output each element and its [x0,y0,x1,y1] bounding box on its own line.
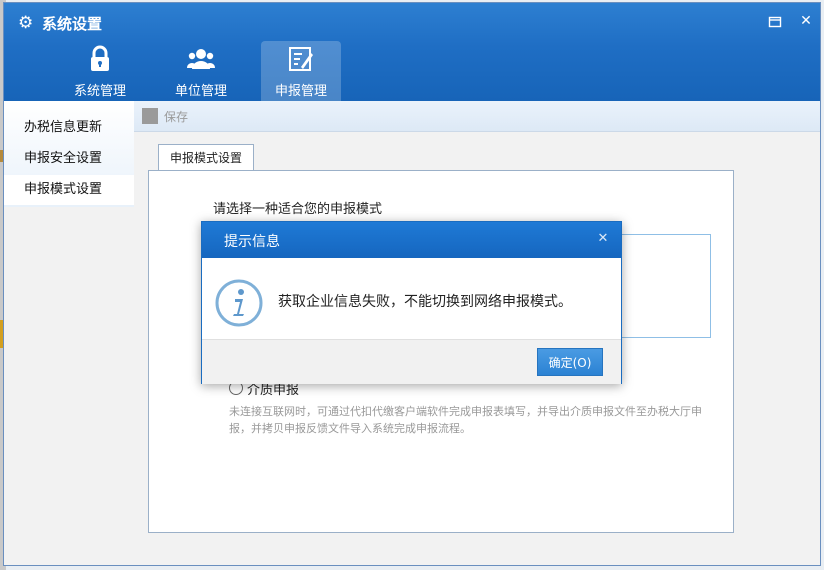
tab-label: 系统管理 [73,84,126,99]
tab-system-management[interactable]: 系统管理 [60,41,140,101]
dialog-close-button[interactable]: ✕ [596,232,610,246]
offline-mode-description: 未连接互联网时，可通过代扣代缴客户端软件完成申报表填写，并导出介质申报文件至办税… [229,405,702,435]
sidebar-menu: 办税信息更新 申报安全设置 申报模式设置 [4,101,134,207]
close-icon: ✕ [597,231,609,246]
lock-icon [91,45,109,71]
dialog-title: 提示信息 [224,234,280,250]
save-icon [142,108,158,124]
dialog-footer: 确定(O) [202,339,621,384]
tab-unit-management[interactable]: 单位管理 [161,41,241,101]
toolbar: 保存 [134,101,820,132]
gear-icon: ⚙ [18,13,34,33]
ok-button[interactable]: 确定(O) [537,348,603,376]
dialog-message: 获取企业信息失败，不能切换到网络申报模式。 [278,294,572,310]
mode-prompt: 请选择一种适合您的申报模式 [213,202,383,217]
window-header: ⚙ 系统设置 ✕ 系统管理 单位管理 申报管理 [4,3,820,101]
tab-report-management[interactable]: 申报管理 [261,41,341,101]
tab-label: 单位管理 [174,84,227,99]
tab-label: 申报管理 [274,84,327,99]
info-dialog: 提示信息 ✕ 获取企业信息失败，不能切换到网络申报模式。 确定(O) [201,221,622,384]
window-title: 系统设置 [42,15,103,33]
tab-report-mode-settings[interactable]: 申报模式设置 [158,144,254,171]
dialog-header: 提示信息 ✕ [202,222,621,258]
close-icon: ✕ [800,13,812,29]
sidebar-item-report-security[interactable]: 申报安全设置 [4,144,134,174]
close-button[interactable]: ✕ [799,14,813,28]
sidebar-item-tax-info-update[interactable]: 办税信息更新 [4,113,134,143]
users-icon [187,49,215,69]
save-button[interactable]: 保存 [164,108,188,125]
restore-icon [768,16,782,28]
restore-button[interactable] [768,15,782,29]
edit-form-icon [289,47,313,71]
sidebar-item-report-mode[interactable]: 申报模式设置 [4,175,134,205]
info-icon [215,279,263,327]
sidebar: 办税信息更新 申报安全设置 申报模式设置 [4,101,134,565]
